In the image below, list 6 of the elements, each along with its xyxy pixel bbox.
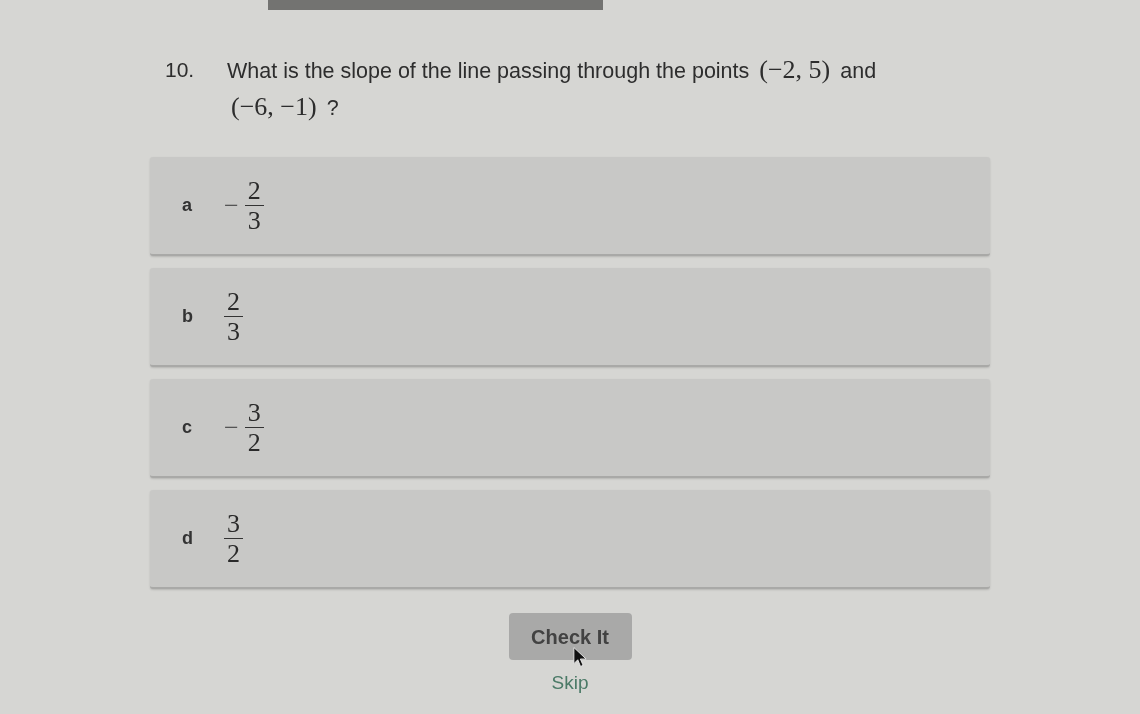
answer-option[interactable]: b 2 3: [150, 268, 990, 367]
question-text: What is the slope of the line passing through the points (−2, 5) and (−6, −1) ?: [227, 54, 878, 123]
check-it-button[interactable]: Check It: [508, 613, 632, 660]
answer-option[interactable]: d 3 2: [150, 490, 990, 589]
question-number: 10.: [165, 57, 196, 83]
mouse-pointer-icon: [572, 647, 587, 667]
